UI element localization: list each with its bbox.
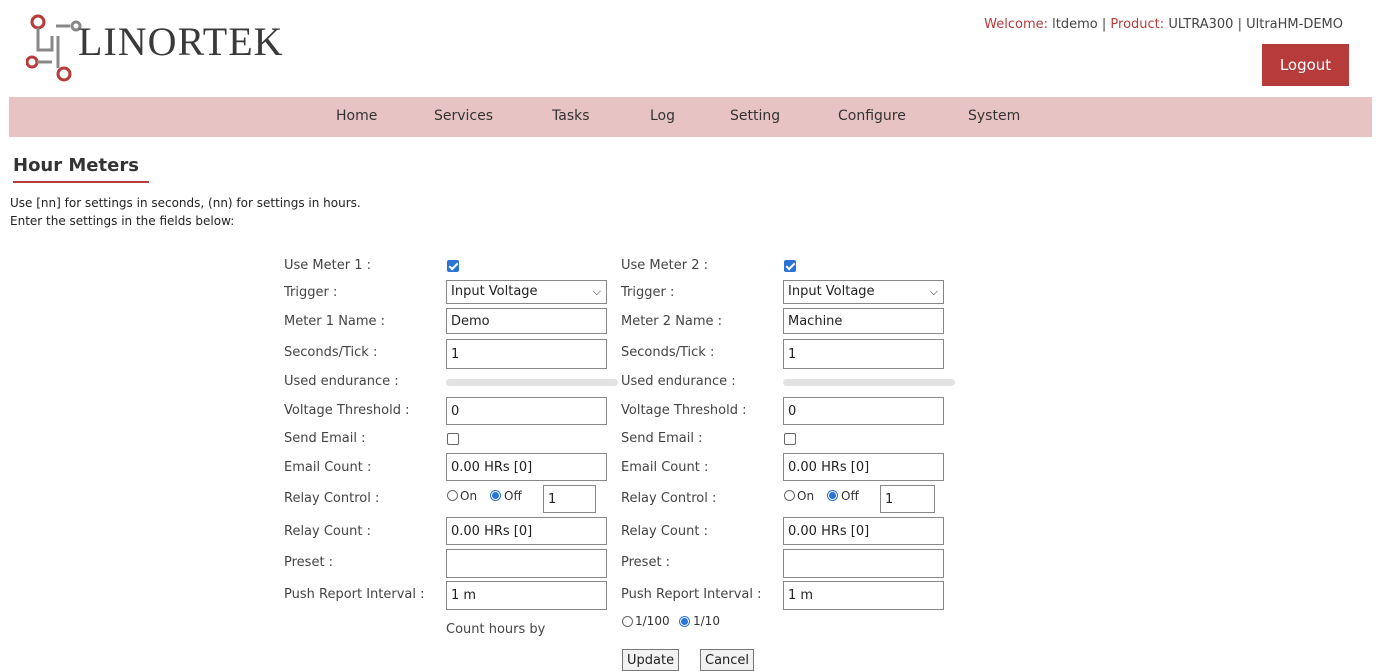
meter-1-name-input[interactable]	[446, 308, 607, 334]
welcome-label: Welcome:	[984, 17, 1049, 32]
preset-1-input[interactable]	[446, 549, 607, 578]
nav-configure[interactable]: Configure	[838, 108, 906, 124]
seconds-tick-2-label: Seconds/Tick :	[621, 345, 715, 360]
email-count-1-input[interactable]	[446, 453, 607, 481]
push-report-2-input[interactable]	[783, 581, 944, 610]
relay-1-on-radio[interactable]	[447, 490, 458, 501]
welcome-bar: Welcome: ltdemo | Product: ULTRA300 | Ul…	[984, 17, 1343, 32]
title-underline	[13, 181, 149, 183]
send-email-2-label: Send Email :	[621, 431, 703, 446]
relay-1-off-label: Off	[504, 489, 522, 503]
logo-text: LINORTEK	[78, 19, 284, 64]
preset-1-label: Preset :	[284, 555, 334, 570]
nav-home[interactable]: Home	[336, 108, 377, 124]
relay-control-2-label: Relay Control :	[621, 491, 717, 506]
device-name: UltraHM-DEMO	[1246, 17, 1343, 32]
relay-count-1-input[interactable]	[446, 517, 607, 545]
relay-count-1-label: Relay Count :	[284, 524, 371, 539]
intro-line-2: Enter the settings in the fields below:	[10, 214, 235, 228]
email-count-1-label: Email Count :	[284, 460, 372, 475]
count-hours-1-10-label: 1/10	[693, 614, 720, 628]
relay-2-on-radio[interactable]	[784, 490, 795, 501]
page-title: Hour Meters	[13, 155, 139, 176]
meter-2-name-input[interactable]	[783, 308, 944, 334]
nav-setting[interactable]: Setting	[730, 108, 780, 124]
preset-2-input[interactable]	[783, 549, 944, 578]
nav-log[interactable]: Log	[650, 108, 675, 124]
seconds-tick-1-input[interactable]	[446, 339, 607, 369]
send-email-1-label: Send Email :	[284, 431, 366, 446]
relay-count-2-label: Relay Count :	[621, 524, 708, 539]
count-hours-1-100-radio[interactable]	[622, 616, 633, 627]
push-report-2-label: Push Report Interval :	[621, 587, 762, 602]
main-nav: Home Services Tasks Log Setting Configur…	[9, 97, 1372, 137]
user-name: ltdemo	[1052, 17, 1098, 32]
relay-2-off-radio[interactable]	[827, 490, 838, 501]
use-meter-1-checkbox[interactable]	[447, 260, 459, 272]
trigger-1-select[interactable]: Input Voltage ⌵	[446, 280, 607, 304]
relay-count-2-input[interactable]	[783, 517, 944, 545]
count-hours-1-100-label: 1/100	[635, 614, 670, 628]
endurance-1-label: Used endurance :	[284, 374, 399, 389]
seconds-tick-1-label: Seconds/Tick :	[284, 345, 378, 360]
relay-2-on-label: On	[797, 489, 815, 503]
intro-line-1: Use [nn] for settings in seconds, (nn) f…	[10, 196, 361, 210]
relay-2-value-input[interactable]	[880, 485, 935, 513]
relay-control-1-label: Relay Control :	[284, 491, 380, 506]
send-email-2-checkbox[interactable]	[784, 433, 796, 445]
meter-2-name-label: Meter 2 Name :	[621, 314, 723, 329]
cancel-button[interactable]: Cancel	[700, 649, 755, 671]
linortek-logo-icon	[26, 14, 82, 82]
email-count-2-input[interactable]	[783, 453, 944, 481]
relay-1-off-radio[interactable]	[490, 490, 501, 501]
trigger-2-value: Input Voltage	[788, 284, 875, 299]
endurance-2-bar	[783, 379, 955, 386]
meter-1-name-label: Meter 1 Name :	[284, 314, 386, 329]
email-count-2-label: Email Count :	[621, 460, 709, 475]
use-meter-2-label: Use Meter 2 :	[621, 258, 708, 273]
count-hours-label: Count hours by	[446, 622, 546, 637]
trigger-1-label: Trigger :	[284, 285, 338, 300]
endurance-1-bar	[446, 379, 618, 386]
chevron-down-icon: ⌵	[592, 285, 601, 298]
product-name: ULTRA300	[1168, 17, 1234, 32]
count-hours-1-10-radio[interactable]	[679, 616, 690, 627]
trigger-2-select[interactable]: Input Voltage ⌵	[783, 280, 944, 304]
push-report-1-input[interactable]	[446, 581, 607, 610]
trigger-2-label: Trigger :	[621, 285, 675, 300]
preset-2-label: Preset :	[621, 555, 671, 570]
voltage-2-input[interactable]	[783, 397, 944, 425]
product-label: Product:	[1110, 17, 1165, 32]
trigger-1-value: Input Voltage	[451, 284, 538, 299]
nav-services[interactable]: Services	[434, 108, 493, 124]
endurance-2-label: Used endurance :	[621, 374, 736, 389]
relay-1-value-input[interactable]	[543, 485, 596, 513]
nav-tasks[interactable]: Tasks	[552, 108, 590, 124]
push-report-1-label: Push Report Interval :	[284, 587, 425, 602]
send-email-1-checkbox[interactable]	[447, 433, 459, 445]
nav-system[interactable]: System	[968, 108, 1020, 124]
use-meter-2-checkbox[interactable]	[784, 260, 796, 272]
voltage-1-label: Voltage Threshold :	[284, 403, 410, 418]
seconds-tick-2-input[interactable]	[783, 339, 944, 369]
chevron-down-icon: ⌵	[929, 285, 938, 298]
relay-2-off-label: Off	[841, 489, 859, 503]
voltage-1-input[interactable]	[446, 397, 607, 425]
use-meter-1-label: Use Meter 1 :	[284, 258, 371, 273]
update-button[interactable]: Update	[622, 649, 680, 671]
logout-button[interactable]: Logout	[1262, 44, 1349, 86]
voltage-2-label: Voltage Threshold :	[621, 403, 747, 418]
relay-1-on-label: On	[460, 489, 478, 503]
